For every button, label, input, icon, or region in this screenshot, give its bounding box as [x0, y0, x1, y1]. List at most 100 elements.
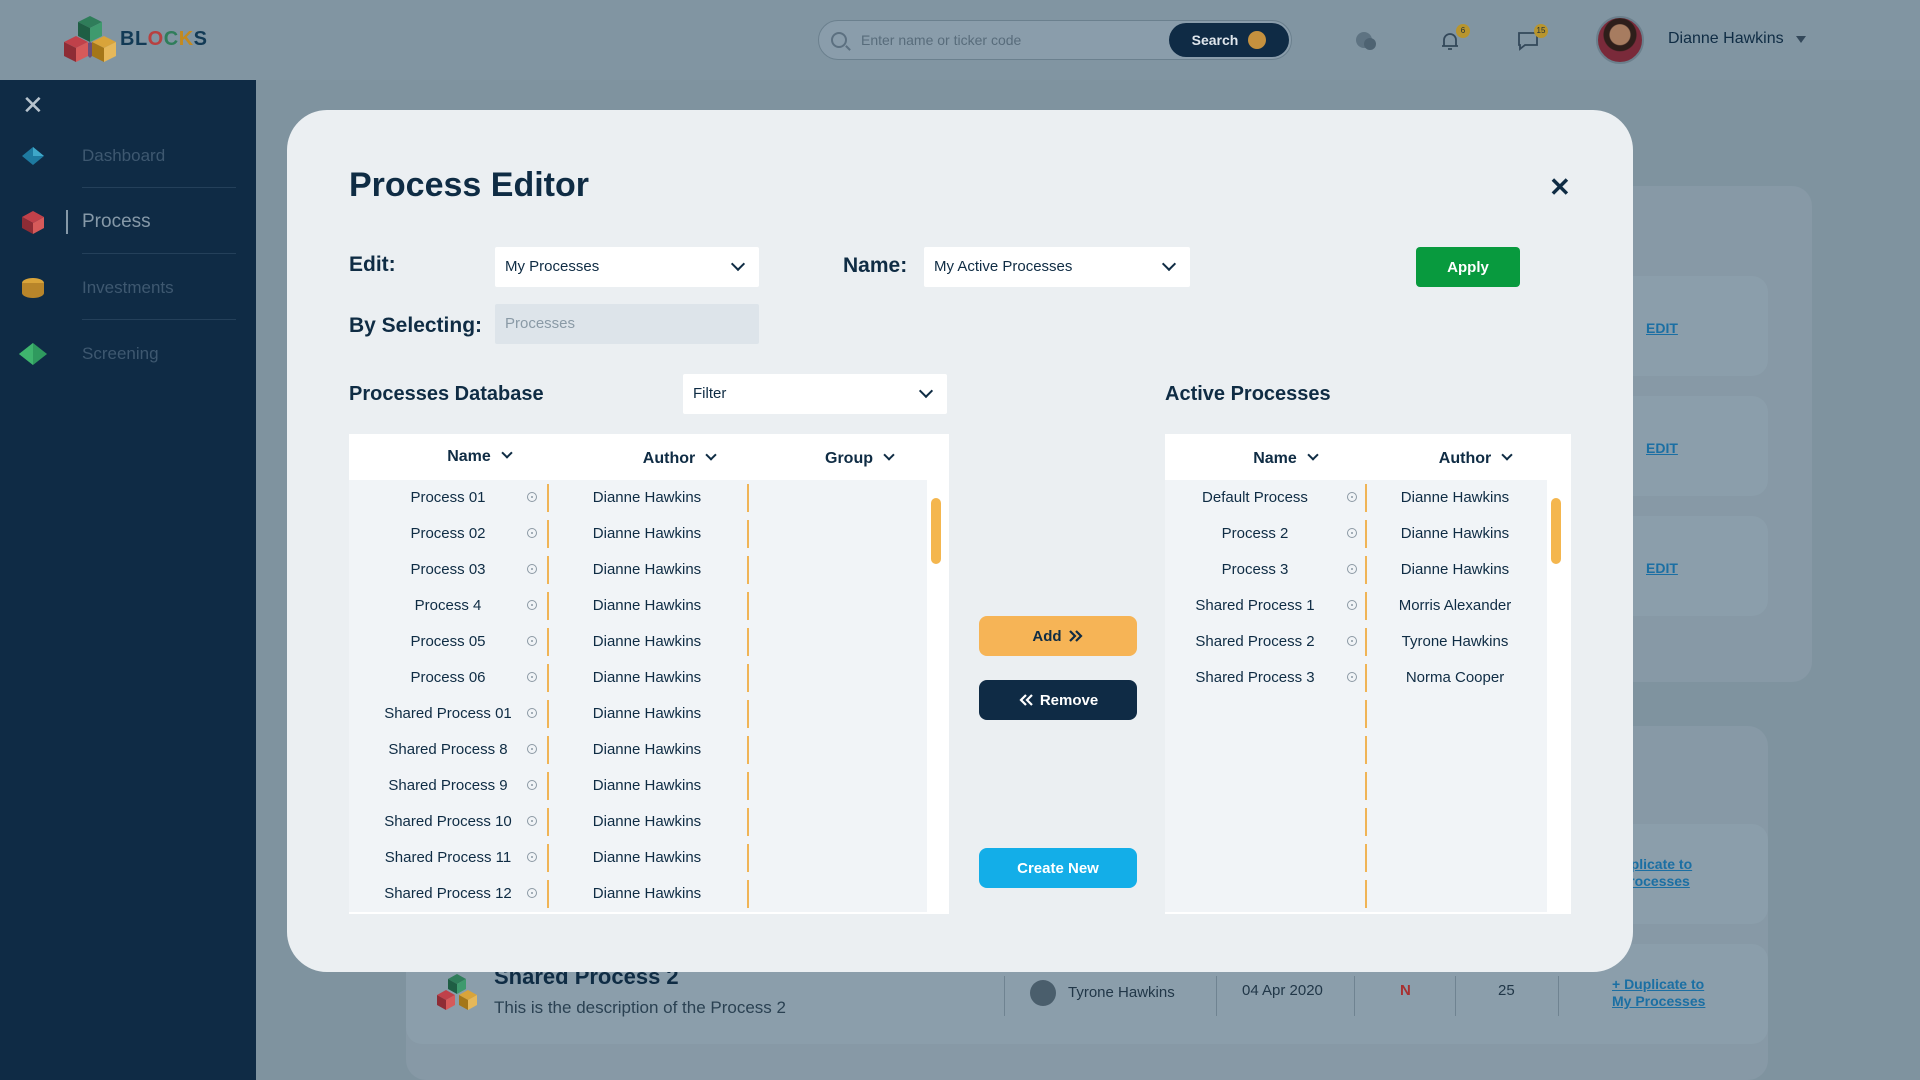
- table-row[interactable]: Shared Process 8 Dianne Hawkins: [349, 732, 927, 768]
- column-header-author[interactable]: Author: [609, 449, 749, 468]
- table-row[interactable]: Shared Process 3 Norma Cooper: [1165, 660, 1547, 696]
- edit-link[interactable]: EDIT: [1646, 320, 1678, 336]
- column-divider: [1365, 736, 1367, 764]
- table-row[interactable]: [1165, 696, 1547, 732]
- column-divider: [747, 880, 749, 908]
- table-row[interactable]: [1165, 876, 1547, 912]
- column-header-label: Name: [1253, 450, 1297, 467]
- info-icon[interactable]: [527, 672, 537, 682]
- scrollbar[interactable]: [929, 480, 943, 914]
- divider: [82, 253, 236, 254]
- top-bar: BLOCKS Search 6 15 Dianne Hawkins: [0, 0, 1920, 80]
- row-author: Dianne Hawkins: [1400, 525, 1510, 542]
- filter-select[interactable]: Filter: [683, 374, 947, 414]
- info-icon[interactable]: [527, 600, 537, 610]
- info-icon[interactable]: [1347, 672, 1357, 682]
- chat-support-icon[interactable]: [1354, 30, 1378, 52]
- close-icon[interactable]: ✕: [1549, 172, 1571, 203]
- table-row[interactable]: Process 05 Dianne Hawkins: [349, 624, 927, 660]
- table-row[interactable]: [1165, 840, 1547, 876]
- info-icon[interactable]: [1347, 600, 1357, 610]
- table-row[interactable]: Shared Process 11 Dianne Hawkins: [349, 840, 927, 876]
- notifications-button[interactable]: 6: [1438, 24, 1470, 52]
- chevron-down-icon: [730, 256, 746, 272]
- sidebar-item-dashboard[interactable]: Dashboard: [0, 124, 256, 188]
- name-select[interactable]: My Active Processes: [924, 247, 1190, 287]
- column-divider: [747, 484, 749, 512]
- messages-button[interactable]: 15: [1516, 24, 1548, 52]
- sidebar-item-label: Investments: [82, 278, 174, 297]
- table-row[interactable]: Process 03 Dianne Hawkins: [349, 552, 927, 588]
- search-input[interactable]: [861, 29, 1161, 51]
- info-icon[interactable]: [527, 636, 537, 646]
- column-divider: [747, 556, 749, 584]
- column-header-name[interactable]: Name: [409, 447, 549, 466]
- name-select-value: My Active Processes: [934, 258, 1073, 275]
- table-row[interactable]: Shared Process 12 Dianne Hawkins: [349, 876, 927, 912]
- info-icon[interactable]: [527, 564, 537, 574]
- table-row[interactable]: Process 01 Dianne Hawkins: [349, 480, 927, 516]
- apply-button[interactable]: Apply: [1416, 247, 1520, 287]
- duplicate-link[interactable]: + Duplicate to My Processes: [1612, 976, 1732, 1010]
- chevron-down-icon: [1307, 449, 1319, 461]
- chevron-down-icon: [1501, 449, 1513, 461]
- caret-down-icon[interactable]: [1796, 36, 1806, 43]
- info-icon[interactable]: [1347, 636, 1357, 646]
- info-icon[interactable]: [527, 528, 537, 538]
- info-icon[interactable]: [527, 744, 537, 754]
- user-name[interactable]: Dianne Hawkins: [1668, 30, 1784, 48]
- table-row[interactable]: Shared Process 9 Dianne Hawkins: [349, 768, 927, 804]
- close-icon[interactable]: ✕: [22, 90, 44, 121]
- sidebar-item-process[interactable]: Process: [0, 190, 256, 254]
- info-icon[interactable]: [1347, 564, 1357, 574]
- table-row[interactable]: Process 02 Dianne Hawkins: [349, 516, 927, 552]
- table-row[interactable]: Default Process Dianne Hawkins: [1165, 480, 1547, 516]
- row-author: Dianne Hawkins: [592, 489, 702, 506]
- table-row[interactable]: Shared Process 01 Dianne Hawkins: [349, 696, 927, 732]
- info-icon[interactable]: [527, 852, 537, 862]
- scrollbar-thumb[interactable]: [931, 498, 941, 564]
- info-icon[interactable]: [527, 492, 537, 502]
- investments-icon: [22, 278, 44, 298]
- table-row[interactable]: [1165, 768, 1547, 804]
- sidebar-item-screening[interactable]: Screening: [0, 322, 256, 386]
- column-header-label: Name: [447, 448, 491, 465]
- add-button[interactable]: Add: [979, 616, 1137, 656]
- edit-link[interactable]: EDIT: [1646, 440, 1678, 456]
- info-icon[interactable]: [1347, 492, 1357, 502]
- table-row[interactable]: Shared Process 1 Morris Alexander: [1165, 588, 1547, 624]
- table-row[interactable]: Process 2 Dianne Hawkins: [1165, 516, 1547, 552]
- edit-select[interactable]: My Processes: [495, 247, 759, 287]
- remove-button[interactable]: Remove: [979, 680, 1137, 720]
- scrollbar[interactable]: [1549, 480, 1563, 914]
- brand-logo[interactable]: BLOCKS: [64, 14, 207, 64]
- info-icon[interactable]: [1347, 528, 1357, 538]
- table-row[interactable]: Process 4 Dianne Hawkins: [349, 588, 927, 624]
- column-header-name[interactable]: Name: [1225, 449, 1345, 468]
- scrollbar-thumb[interactable]: [1551, 498, 1561, 564]
- edit-link[interactable]: EDIT: [1646, 560, 1678, 576]
- remove-button-label: Remove: [1039, 691, 1099, 709]
- by-selecting-field[interactable]: Processes: [495, 304, 759, 344]
- table-row[interactable]: Shared Process 2 Tyrone Hawkins: [1165, 624, 1547, 660]
- table-row[interactable]: Shared Process 10 Dianne Hawkins: [349, 804, 927, 840]
- column-header-author[interactable]: Author: [1415, 449, 1535, 468]
- column-header-group[interactable]: Group: [809, 449, 909, 468]
- row-name: Shared Process 9: [388, 777, 508, 794]
- table-row[interactable]: [1165, 732, 1547, 768]
- table-row[interactable]: Process 3 Dianne Hawkins: [1165, 552, 1547, 588]
- column-divider: [1365, 880, 1367, 908]
- info-icon[interactable]: [527, 816, 537, 826]
- user-avatar[interactable]: [1596, 16, 1644, 64]
- sidebar-item-investments[interactable]: Investments: [0, 256, 256, 320]
- row-flag: N: [1400, 982, 1411, 999]
- search-button[interactable]: Search: [1169, 23, 1289, 57]
- row-name: Process 02: [410, 525, 486, 542]
- table-row[interactable]: Process 06 Dianne Hawkins: [349, 660, 927, 696]
- create-new-button[interactable]: Create New: [979, 848, 1137, 888]
- info-icon[interactable]: [527, 888, 537, 898]
- table-row[interactable]: [1165, 804, 1547, 840]
- info-icon[interactable]: [527, 780, 537, 790]
- info-icon[interactable]: [527, 708, 537, 718]
- row-author: Dianne Hawkins: [592, 849, 702, 866]
